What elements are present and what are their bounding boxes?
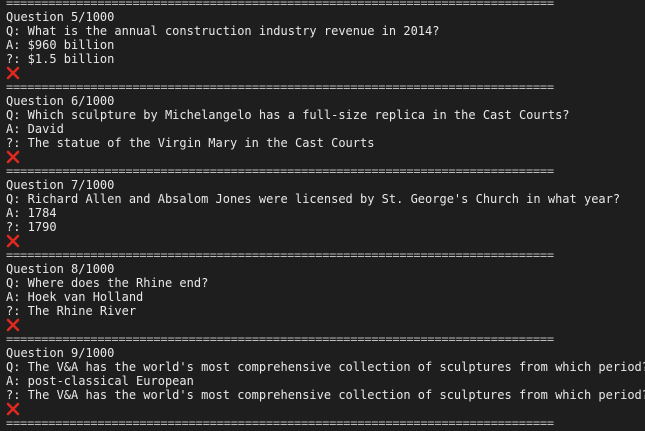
guess-text: ?: The statue of the Virgin Mary in the … bbox=[6, 136, 375, 150]
answer-text: A: post-classical European bbox=[6, 374, 194, 388]
result-mark bbox=[6, 402, 645, 416]
guess-text: ?: The V&A has the world's most comprehe… bbox=[6, 388, 645, 402]
answer-text: A: 1784 bbox=[6, 206, 57, 220]
red-cross-icon bbox=[6, 318, 20, 332]
guess-text: ?: The Rhine River bbox=[6, 304, 137, 318]
question-text: Q: Where does the Rhine end? bbox=[6, 276, 209, 290]
result-mark bbox=[6, 150, 645, 164]
question-header: Question 6/1000 bbox=[6, 94, 115, 108]
answer-text: A: $960 billion bbox=[6, 38, 115, 52]
red-cross-icon bbox=[6, 234, 20, 248]
separator-line: ========================================… bbox=[6, 248, 554, 262]
result-mark bbox=[6, 318, 645, 332]
guess-text: ?: 1790 bbox=[6, 220, 57, 234]
red-cross-icon bbox=[6, 402, 20, 416]
question-header: Question 5/1000 bbox=[6, 10, 115, 24]
result-mark bbox=[6, 234, 645, 248]
question-header: Question 7/1000 bbox=[6, 178, 115, 192]
question-text: Q: What is the annual construction indus… bbox=[6, 24, 440, 38]
terminal-output: ========================================… bbox=[6, 0, 645, 430]
separator-line: ========================================… bbox=[6, 416, 554, 430]
answer-text: A: David bbox=[6, 122, 64, 136]
answer-text: A: Hoek van Holland bbox=[6, 290, 144, 304]
separator-line: ========================================… bbox=[6, 164, 554, 178]
question-header: Question 9/1000 bbox=[6, 346, 115, 360]
separator-line: ========================================… bbox=[6, 80, 554, 94]
qa-entry: Question 9/1000 Q: The V&A has the world… bbox=[6, 346, 645, 416]
question-text: Q: Richard Allen and Absalom Jones were … bbox=[6, 192, 621, 206]
terminal-window: ========================================… bbox=[0, 0, 645, 431]
result-mark bbox=[6, 66, 645, 80]
qa-entry: Question 5/1000 Q: What is the annual co… bbox=[6, 10, 645, 80]
qa-entry: Question 7/1000 Q: Richard Allen and Abs… bbox=[6, 178, 645, 248]
question-text: Q: The V&A has the world's most comprehe… bbox=[6, 360, 645, 374]
red-cross-icon bbox=[6, 66, 20, 80]
red-cross-icon bbox=[6, 150, 20, 164]
question-text: Q: Which sculpture by Michelangelo has a… bbox=[6, 108, 570, 122]
separator-line: ========================================… bbox=[6, 332, 554, 346]
question-header: Question 8/1000 bbox=[6, 262, 115, 276]
qa-entry: Question 6/1000 Q: Which sculpture by Mi… bbox=[6, 94, 645, 164]
qa-entry: Question 8/1000 Q: Where does the Rhine … bbox=[6, 262, 645, 332]
separator-line: ========================================… bbox=[6, 0, 554, 10]
guess-text: ?: $1.5 billion bbox=[6, 52, 115, 66]
